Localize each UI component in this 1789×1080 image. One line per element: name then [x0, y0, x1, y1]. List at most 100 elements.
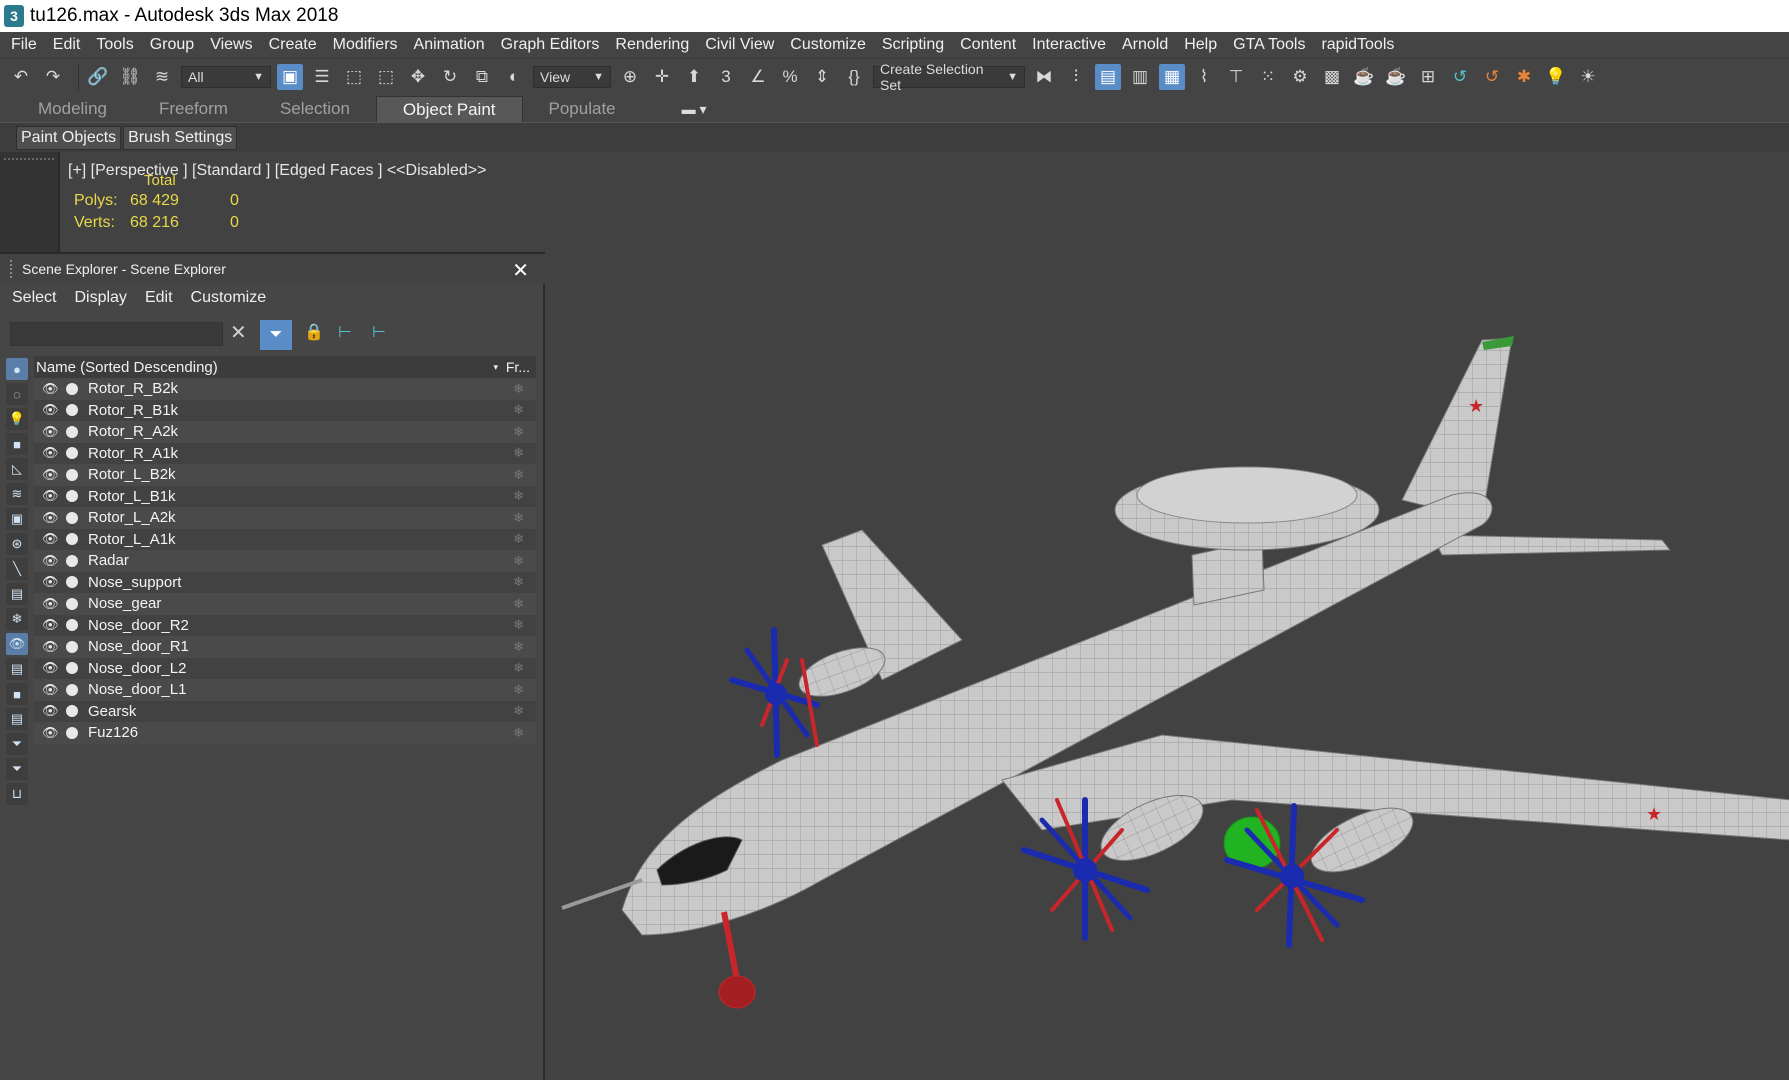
se-menu-display[interactable]: Display — [74, 289, 126, 307]
panel-grip[interactable] — [10, 260, 14, 278]
arnold-icon-1[interactable]: ↺ — [1447, 64, 1473, 90]
percent-snap-icon[interactable]: % — [777, 64, 803, 90]
list-item[interactable]: 👁 Rotor_R_A2k ❄ — [34, 421, 536, 443]
display-frozen-icon[interactable]: ❄ — [6, 608, 28, 630]
render-production-icon[interactable]: ☕ — [1383, 64, 1409, 90]
nose-gear-strut[interactable] — [721, 911, 740, 981]
freeze-icon[interactable]: ❄ — [513, 553, 524, 569]
curve-editor-icon[interactable]: ⌇ — [1191, 64, 1217, 90]
display-shapes-icon[interactable]: ◌ — [6, 383, 28, 405]
visibility-eye-icon[interactable]: 👁 — [42, 467, 62, 483]
close-icon[interactable]: ✕ — [512, 258, 529, 283]
rectangular-selection-icon[interactable]: ⬚ — [341, 64, 367, 90]
list-item[interactable]: 👁 Nose_door_L1 ❄ — [34, 679, 536, 701]
window-crossing-icon[interactable]: ⬚ — [373, 64, 399, 90]
menu-group[interactable]: Group — [142, 36, 202, 54]
arnold-icon-2[interactable]: ↺ — [1479, 64, 1505, 90]
list-item[interactable]: 👁 Nose_support ❄ — [34, 571, 536, 593]
list-item[interactable]: 👁 Rotor_R_B2k ❄ — [34, 378, 536, 400]
display-none-icon[interactable]: ■ — [6, 683, 28, 705]
ribbon-options-icon[interactable]: ▬ ▾ — [682, 96, 707, 122]
visibility-eye-icon[interactable]: 👁 — [42, 703, 62, 719]
angle-snap-icon[interactable]: ∠ — [745, 64, 771, 90]
list-item[interactable]: 👁 Rotor_R_A1k ❄ — [34, 442, 536, 464]
menu-help[interactable]: Help — [1176, 36, 1225, 54]
visibility-eye-icon[interactable]: 👁 — [42, 424, 62, 440]
render-in-cloud-icon[interactable]: ⊞ — [1415, 64, 1441, 90]
display-invert-icon[interactable]: ▤ — [6, 708, 28, 730]
list-item[interactable]: 👁 Nose_door_R2 ❄ — [34, 614, 536, 636]
list-item[interactable]: 👁 Rotor_L_B1k ❄ — [34, 485, 536, 507]
sync-selection-icon[interactable]: ⊔ — [6, 783, 28, 805]
material-editor-icon[interactable]: ⚙ — [1287, 64, 1313, 90]
visibility-eye-icon[interactable]: 👁 — [42, 639, 62, 655]
visibility-eye-icon[interactable]: 👁 — [42, 531, 62, 547]
visibility-eye-icon[interactable]: 👁 — [42, 402, 62, 418]
freeze-icon[interactable]: ❄ — [513, 445, 524, 461]
fuselage[interactable] — [621, 492, 1493, 936]
menu-modifiers[interactable]: Modifiers — [325, 36, 406, 54]
tab-selection[interactable]: Selection — [254, 96, 376, 122]
redo-icon[interactable]: ↷ — [40, 64, 66, 90]
link-icon[interactable]: 🔗 — [85, 64, 111, 90]
freeze-icon[interactable]: ❄ — [513, 402, 524, 418]
render-setup-icon[interactable]: ▩ — [1319, 64, 1345, 90]
scene-explorer-toggle-icon[interactable]: ▤ — [1095, 63, 1121, 90]
list-item[interactable]: 👁 Rotor_L_A1k ❄ — [34, 528, 536, 550]
list-item[interactable]: 👁 Gearsk ❄ — [34, 700, 536, 722]
list-item[interactable]: 👁 Nose_door_R1 ❄ — [34, 636, 536, 658]
freeze-icon[interactable]: ❄ — [513, 639, 524, 655]
bind-spacewarp-icon[interactable]: ≋ — [149, 64, 175, 90]
se-menu-customize[interactable]: Customize — [191, 289, 267, 307]
menu-rapidtools[interactable]: rapidTools — [1313, 36, 1402, 54]
selection-filter-dropdown[interactable]: All ▼ — [181, 65, 271, 88]
layer-explorer-icon[interactable]: ▥ — [1127, 64, 1153, 90]
menu-file[interactable]: File — [3, 36, 45, 54]
scene-explorer-titlebar[interactable]: Scene Explorer - Scene Explorer — [0, 254, 545, 284]
freeze-icon[interactable]: ❄ — [513, 381, 524, 397]
sun-icon[interactable]: ☀ — [1575, 64, 1601, 90]
freeze-icon[interactable]: ❄ — [513, 682, 524, 698]
align-icon[interactable]: ⫶ — [1063, 64, 1089, 90]
select-and-place-icon[interactable]: ◐ — [501, 64, 527, 90]
se-menu-edit[interactable]: Edit — [145, 289, 173, 307]
freeze-icon[interactable]: ❄ — [513, 660, 524, 676]
select-and-rotate-icon[interactable]: ↻ — [437, 64, 463, 90]
se-menu-select[interactable]: Select — [12, 289, 56, 307]
menu-animation[interactable]: Animation — [406, 36, 493, 54]
tail-fin[interactable] — [1401, 337, 1513, 521]
menu-edit[interactable]: Edit — [45, 36, 89, 54]
tab-freeform[interactable]: Freeform — [133, 96, 254, 122]
freeze-icon[interactable]: ❄ — [513, 467, 524, 483]
snaps-toggle-icon[interactable]: 3 — [713, 64, 739, 90]
reference-coordinate-dropdown[interactable]: View ▼ — [533, 65, 611, 88]
visibility-eye-icon[interactable]: 👁 — [42, 445, 62, 461]
lock-icon[interactable]: 🔒 — [304, 322, 324, 342]
menu-create[interactable]: Create — [261, 36, 325, 54]
column-name[interactable]: Name (Sorted Descending) — [36, 359, 218, 376]
menu-customize[interactable]: Customize — [782, 36, 874, 54]
display-xrefs-icon[interactable]: ⊛ — [6, 533, 28, 555]
tab-object-paint[interactable]: Object Paint — [375, 96, 523, 122]
pivot-center-icon[interactable]: ⊕ — [617, 64, 643, 90]
list-item[interactable]: 👁 Rotor_R_B1k ❄ — [34, 399, 536, 421]
select-manipulate-icon[interactable]: ✛ — [649, 64, 675, 90]
visibility-eye-icon[interactable]: 👁 — [42, 574, 62, 590]
freeze-icon[interactable]: ❄ — [513, 531, 524, 547]
display-groups-icon[interactable]: ▣ — [6, 508, 28, 530]
visibility-eye-icon[interactable]: 👁 — [42, 596, 62, 612]
list-item[interactable]: 👁 Rotor_L_B2k ❄ — [34, 464, 536, 486]
list-column-header[interactable]: Name (Sorted Descending) ▾ Fr... — [34, 356, 536, 378]
hierarchy-icon[interactable]: ⊢ — [338, 322, 352, 342]
scene-search-input[interactable] — [10, 322, 223, 346]
list-item[interactable]: 👁 Nose_door_L2 ❄ — [34, 657, 536, 679]
tab-populate[interactable]: Populate — [523, 96, 642, 122]
hierarchy-expand-icon[interactable]: ⊢ — [372, 322, 386, 342]
paint-objects-button[interactable]: Paint Objects — [16, 125, 122, 150]
menu-civil-view[interactable]: Civil View — [697, 36, 782, 54]
nose-gear-wheel[interactable] — [718, 975, 756, 1009]
visibility-eye-icon[interactable]: 👁 — [42, 381, 62, 397]
freeze-icon[interactable]: ❄ — [513, 703, 524, 719]
display-helpers-icon[interactable]: ◺ — [6, 458, 28, 480]
menu-rendering[interactable]: Rendering — [607, 36, 697, 54]
